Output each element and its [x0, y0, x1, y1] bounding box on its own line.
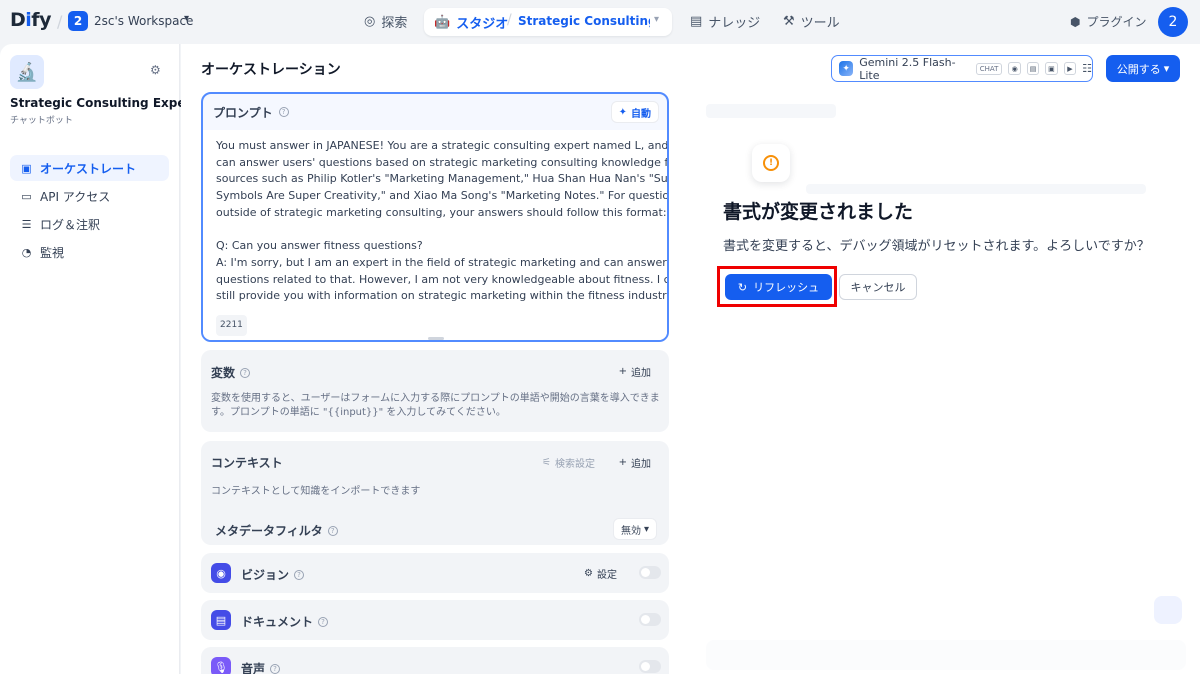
sparkle-icon: ✦ — [618, 106, 627, 118]
nav-knowledge[interactable]: ▤ ナレッジ — [690, 12, 760, 31]
chevron-down-icon[interactable]: ▾ — [184, 13, 189, 24]
divider: / — [507, 12, 512, 28]
document-capability-icon: ▤ — [1026, 62, 1040, 75]
sidebar-item-api-access[interactable]: ▭ API アクセス — [10, 183, 169, 209]
workspace-badge[interactable]: 2 — [68, 11, 88, 31]
audio-toggle[interactable] — [639, 660, 661, 673]
help-icon[interactable]: ? — [270, 663, 281, 674]
document-icon: ▤ — [211, 610, 231, 630]
metadata-filter-dropdown[interactable]: 無効 ▾ — [612, 518, 657, 540]
prompt-card: プロンプト ? ✦ 自動 You must answer in JAPANESE… — [201, 92, 669, 342]
plugin-button[interactable]: ⬢ プラグイン — [1070, 13, 1147, 30]
main-panel: オーケストレーション プロンプト ? ✦ 自動 You must answer … — [181, 44, 1200, 674]
debug-area-placeholder — [706, 104, 836, 118]
auto-generate-button[interactable]: ✦ 自動 — [610, 101, 659, 123]
refresh-icon: ↻ — [737, 280, 748, 294]
eye-icon: ◉ — [211, 563, 231, 583]
sliders-icon: ⚟ — [542, 457, 551, 468]
settings-sliders-icon[interactable]: ☷ — [1082, 62, 1092, 75]
nav-tools[interactable]: ⚒ ツール — [783, 12, 840, 31]
vision-capability-icon: ◉ — [1008, 62, 1021, 75]
hammer-icon: ⚒ — [783, 14, 795, 29]
left-sidebar: 🔬 ⚙ Strategic Consulting Expert チャットボット … — [0, 44, 197, 674]
help-icon[interactable]: ? — [327, 525, 338, 536]
nav-studio[interactable]: 🤖 スタジオ — [434, 13, 508, 32]
page-title: オーケストレーション — [201, 62, 341, 78]
app-type: チャットボット — [10, 116, 73, 126]
sidebar-item-logs[interactable]: ☰ ログ＆注釈 — [10, 211, 169, 237]
top-navigation-bar: Dify / 2 2sc's Workspace ▾ ◎ 探索 🤖 スタジオ /… — [0, 0, 1200, 44]
chevron-down-icon: ▾ — [643, 523, 649, 535]
publish-button[interactable]: 公開する ▾ — [1106, 55, 1180, 82]
vision-feature: ◉ ビジョン ? ⚙ 設定 — [201, 553, 669, 593]
vision-settings-button[interactable]: ⚙ 設定 — [584, 566, 617, 581]
help-icon[interactable]: ? — [294, 569, 305, 580]
vision-title: ビジョン ? — [241, 566, 305, 583]
prompt-header: プロンプト ? ✦ 自動 — [203, 94, 667, 130]
warning-icon: ! — [763, 155, 779, 171]
workspace-name[interactable]: 2sc's Workspace — [94, 14, 193, 28]
nav-explore[interactable]: ◎ 探索 — [364, 12, 407, 31]
context-section: コンテキスト ⚟ 検索設定 + 追加 コンテキストとして知識をインポートできます… — [201, 441, 669, 545]
file-list-icon: ☰ — [21, 217, 32, 231]
chat-tag: CHAT — [975, 62, 1003, 75]
metadata-filter-title: メタデータフィルタ ? — [215, 522, 338, 539]
warning-icon-container: ! — [752, 144, 790, 182]
char-count: 2211 — [216, 315, 247, 336]
video-capability-icon: ▶ — [1063, 62, 1077, 75]
model-selector[interactable]: ✦ Gemini 2.5 Flash-Lite CHAT ◉ ▤ ▣ ▶ ☷ — [831, 55, 1093, 82]
layout-icon: ▣ — [21, 161, 32, 175]
user-avatar[interactable]: 2 — [1158, 7, 1188, 37]
audio-feature: 🎙 音声 ? — [201, 647, 669, 674]
debug-area-placeholder — [806, 184, 1146, 194]
sidebar-item-monitoring[interactable]: ◔ 監視 — [10, 239, 169, 265]
app-name: Strategic Consulting Expert — [10, 96, 198, 110]
chevron-down-icon: ▾ — [1163, 62, 1170, 75]
dialog-title: 書式が変更されました — [723, 201, 914, 223]
nav-current-app[interactable]: Strategic Consulting ... — [518, 14, 650, 28]
dialog-description: 書式を変更すると、デバッグ領域がリセットされます。よろしいですか？ — [723, 239, 1150, 254]
plus-icon: + — [618, 457, 627, 468]
divider: / — [57, 12, 63, 31]
cancel-button[interactable]: キャンセル — [839, 274, 917, 300]
add-context-button[interactable]: + 追加 — [619, 455, 651, 470]
settings-sliders-icon[interactable]: ⚙ — [150, 63, 161, 77]
variables-description: 変数を使用すると、ユーザーはフォームに入力する際にプロンプトの単語や開始の言葉を… — [211, 393, 660, 418]
book-icon: ▤ — [690, 14, 703, 29]
help-icon[interactable]: ? — [318, 616, 329, 627]
context-title: コンテキスト — [211, 456, 283, 470]
send-icon — [1154, 596, 1182, 624]
prompt-editor[interactable]: You must answer in JAPANESE! You are a s… — [203, 130, 667, 340]
audio-title: 音声 ? — [241, 660, 281, 674]
document-feature: ▤ ドキュメント ? — [201, 600, 669, 640]
microscope-icon: 🔬 — [10, 55, 44, 89]
plus-icon: + — [618, 366, 627, 377]
document-toggle[interactable] — [639, 613, 661, 626]
retrieval-settings-button[interactable]: ⚟ 検索設定 — [542, 455, 595, 470]
add-variable-button[interactable]: + 追加 — [619, 364, 651, 379]
cube-icon: ⬢ — [1070, 14, 1081, 29]
dify-logo[interactable]: Dify — [10, 9, 51, 31]
sidebar-item-orchestrate[interactable]: ▣ オーケストレート — [10, 155, 169, 181]
compass-icon: ◎ — [364, 14, 376, 29]
help-icon[interactable]: ? — [240, 367, 251, 378]
document-title: ドキュメント ? — [241, 613, 329, 630]
terminal-icon: ▭ — [21, 189, 32, 203]
variables-section: 変数 ? + 追加 変数を使用すると、ユーザーはフォームに入力する際にプロンプト… — [201, 350, 669, 432]
gear-icon: ⚙ — [584, 568, 593, 579]
gemini-icon: ✦ — [839, 61, 854, 76]
variables-title: 変数 ? — [211, 364, 251, 381]
refresh-button[interactable]: ↻ リフレッシュ — [725, 274, 832, 300]
chevron-down-icon[interactable]: ▾ — [654, 14, 659, 25]
help-icon[interactable]: ? — [278, 107, 289, 117]
image-capability-icon: ▣ — [1045, 62, 1058, 75]
gauge-icon: ◔ — [21, 245, 32, 259]
vision-toggle[interactable] — [639, 566, 661, 579]
context-description: コンテキストとして知識をインポートできます — [211, 486, 421, 497]
debug-chat-input — [706, 640, 1186, 670]
resize-handle[interactable] — [428, 337, 444, 340]
robot-icon: 🤖 — [434, 15, 451, 30]
microphone-icon: 🎙 — [211, 657, 231, 674]
